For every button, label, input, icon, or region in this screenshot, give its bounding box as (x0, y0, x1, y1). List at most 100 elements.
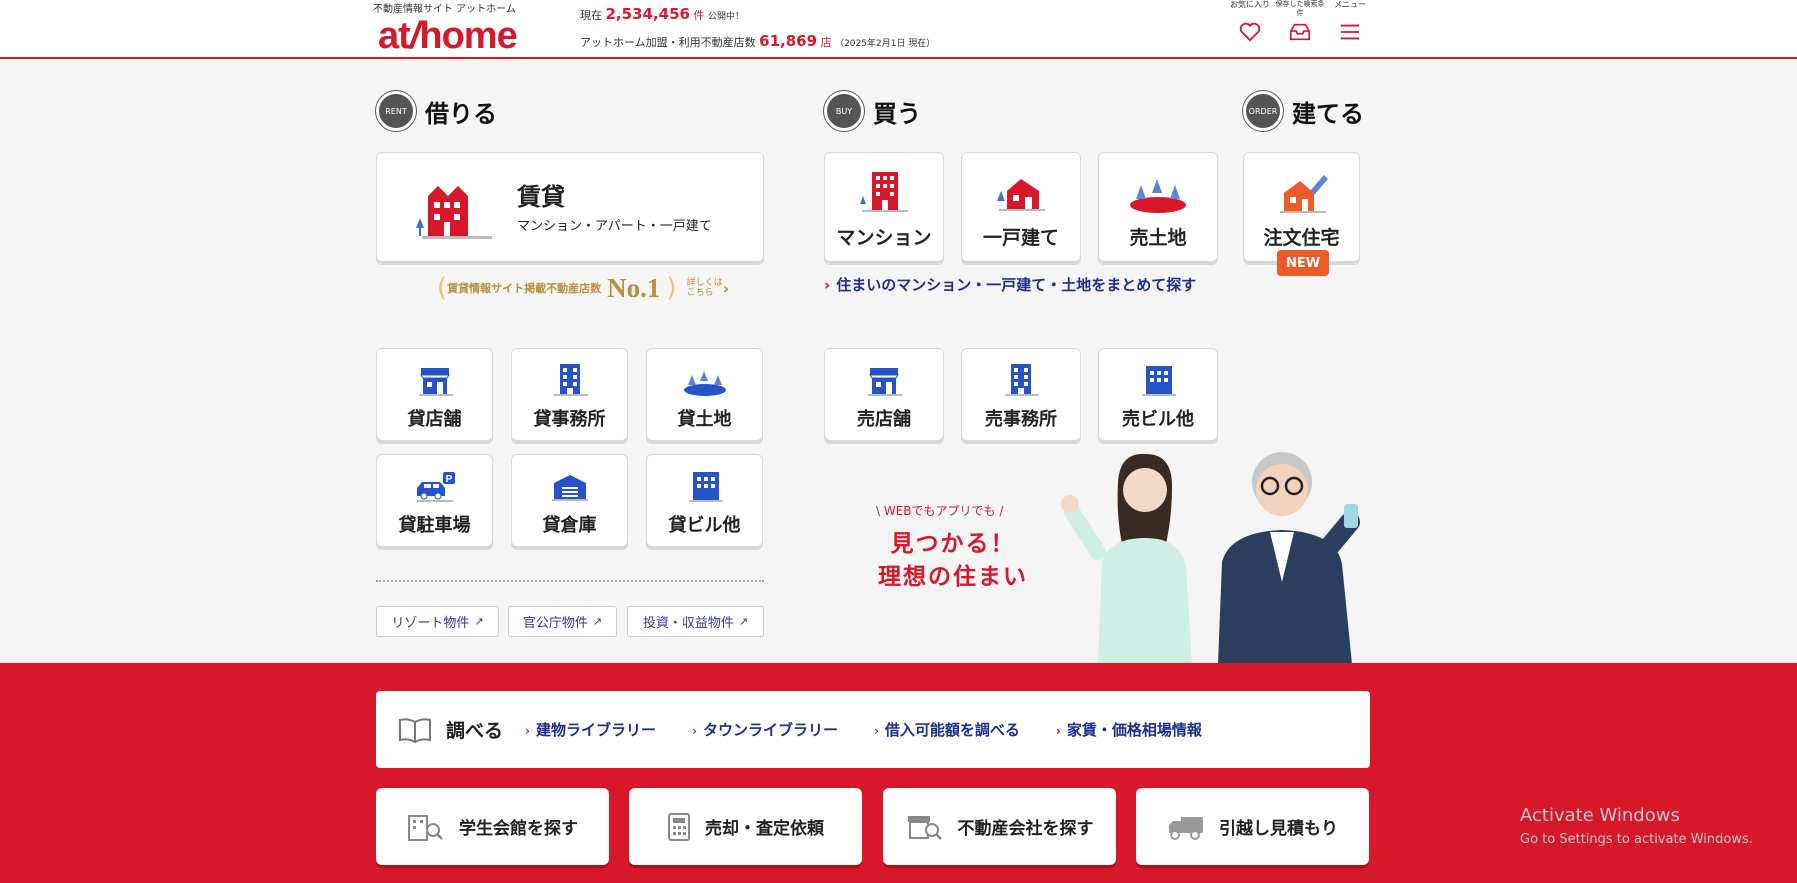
rent-warehouse-card[interactable]: 貸倉庫 (511, 454, 628, 547)
external-link-icon: ↗ (474, 615, 484, 628)
laurel-right-icon: ) (666, 273, 677, 303)
athome-logo[interactable]: at/home (378, 15, 518, 58)
moving-estimate-button[interactable]: 引越し見積もり (1136, 788, 1369, 865)
research-bar: 調べる › 建物ライブラリー › タウンライブラリー › 借入可能額を調べる › 家賃・… (376, 691, 1370, 768)
rent-building-card[interactable]: 貸ビル他 (646, 454, 763, 547)
activate-line2: Go to Settings to activate Windows. (1520, 832, 1753, 847)
buy-store-card[interactable]: 売店舗 (824, 348, 944, 441)
svg-text:P: P (445, 474, 452, 485)
favorites-button[interactable]: お気に入り (1225, 0, 1275, 46)
store-icon (868, 368, 902, 396)
promo-line2: 理想の住まい (878, 564, 1028, 590)
buy-building-card[interactable]: 売ビル他 (1098, 348, 1218, 441)
government-link[interactable]: 官公庁物件 ↗ (508, 606, 617, 637)
building-search-icon (408, 814, 443, 841)
buy-office-card[interactable]: 売事務所 (961, 348, 1081, 441)
research-title: 調べる (446, 720, 504, 742)
book-icon (399, 717, 431, 743)
buy-all-link-label: 住まいのマンション・一戸建て・土地をまとめて探す (836, 276, 1197, 294)
student-dorm-button[interactable]: 学生会館を探す (376, 788, 609, 865)
stats-suffix: 公開中！ (707, 12, 744, 22)
stats-prefix: 現在 (580, 9, 602, 22)
price-info-link[interactable]: › 家賃・価格相場情報 (1056, 719, 1202, 740)
buy-heading: BUY 買う (824, 91, 921, 131)
inbox-icon (1290, 23, 1310, 41)
favorites-label: お気に入り (1230, 0, 1270, 9)
buy-house-card[interactable]: 一戸建て (961, 152, 1081, 262)
sell-appraisal-button[interactable]: 売却・査定依頼 (629, 788, 862, 865)
find-agency-button[interactable]: 不動産会社を探す (883, 788, 1116, 865)
rent-store-card[interactable]: 貸店舗 (376, 348, 493, 441)
rent-title: 借りる (425, 99, 497, 128)
chevron-right-icon: › (824, 276, 831, 294)
town-library-link[interactable]: › タウンライブラリー (692, 719, 838, 740)
find-agency-label: 不動産会社を探す (957, 819, 1094, 839)
rent-parking-label: 貸駐車場 (398, 515, 471, 536)
build-badge: ORDER (1243, 91, 1283, 131)
land-icon (683, 371, 726, 396)
external-link-icon: ↗ (592, 615, 603, 628)
price-info-label: 家賃・価格相場情報 (1066, 721, 1202, 739)
listing-stats: 現在 2,534,456 件 公開中！ アットホーム加盟・利用不動産店数 61,… (580, 2, 935, 56)
chevron-right-icon: › (722, 278, 730, 298)
rental-subtitle: マンション・アパート・一戸建て (517, 219, 712, 234)
rent-land-card[interactable]: 貸土地 (646, 348, 763, 441)
rent-warehouse-label: 貸倉庫 (542, 515, 597, 536)
sell-appraisal-label: 売却・査定依頼 (705, 819, 824, 839)
building-library-label: 建物ライブラリー (535, 721, 656, 739)
warehouse-icon (551, 475, 588, 501)
investment-link[interactable]: 投資・収益物件 ↗ (627, 606, 764, 637)
rent-building-label: 貸ビル他 (668, 515, 741, 536)
no1-badge-link[interactable]: ( 賃貸情報サイト掲載不動産店数 No.1 ) 詳しくはこちら › (437, 271, 729, 305)
rent-land-label: 貸土地 (677, 409, 732, 430)
buy-badge: BUY (824, 91, 864, 131)
no1-more: 詳しくはこちら (686, 278, 723, 298)
moving-estimate-label: 引越し見積もり (1219, 819, 1338, 839)
site-header: 不動産情報サイト アットホーム at/home 現在 2,534,456 件 公… (0, 0, 1797, 59)
build-heading: ORDER 建てる (1243, 91, 1364, 131)
shop-count: 61,869 (759, 32, 818, 50)
activate-line1: Activate Windows (1520, 805, 1680, 826)
buy-store-label: 売店舗 (857, 409, 911, 430)
promo-headline: 見つかる！ 理想の住まい (872, 528, 1034, 594)
loan-calc-link[interactable]: › 借入可能額を調べる (874, 719, 1020, 740)
menu-button[interactable]: メニュー (1325, 0, 1375, 46)
brand-tagline: 不動産情報サイト アットホーム (373, 4, 516, 15)
laurel-left-icon: ( (437, 273, 448, 303)
build-title: 建てる (1292, 99, 1364, 128)
town-library-label: タウンライブラリー (702, 721, 838, 739)
divider (376, 580, 764, 582)
buy-land-card[interactable]: 売土地 (1098, 152, 1218, 262)
rental-card[interactable]: 賃貸 マンション・アパート・一戸建て (376, 152, 764, 262)
custom-house-card[interactable]: 注文住宅 (1243, 152, 1360, 262)
rent-store-label: 貸店舗 (407, 409, 462, 430)
buy-all-link[interactable]: › 住まいのマンション・一戸建て・土地をまとめて探す (824, 274, 1196, 295)
chevron-right-icon: › (1055, 724, 1061, 738)
rent-office-card[interactable]: 貸事務所 (511, 348, 628, 441)
buy-mansion-label: マンション (836, 227, 932, 249)
heart-icon (1239, 22, 1261, 42)
rent-parking-card[interactable]: P 貸駐車場 (376, 454, 493, 547)
rent-heading: RENT 借りる (376, 91, 497, 131)
government-link-label: 官公庁物件 (522, 616, 588, 631)
building-icon (1142, 366, 1176, 396)
land-icon (1130, 179, 1186, 213)
investment-link-label: 投資・収益物件 (642, 616, 734, 631)
office-building-icon (1005, 364, 1039, 396)
new-badge: NEW (1277, 250, 1329, 276)
truck-icon (1169, 816, 1203, 840)
loan-calc-label: 借入可能額を調べる (884, 721, 1020, 739)
no1-mark: No.1 (607, 272, 661, 303)
apartment-building-icon (416, 186, 492, 239)
buy-mansion-card[interactable]: マンション (824, 152, 944, 262)
promo-tagline: \ WEBでもアプリでも / (876, 504, 1004, 518)
spokespeople-image (1061, 452, 1360, 664)
menu-icon (1340, 24, 1360, 40)
rental-title: 賃貸 (517, 183, 565, 211)
saved-search-button[interactable]: 保存した検索条件 (1275, 0, 1325, 46)
office-building-icon (553, 364, 588, 396)
building-library-link[interactable]: › 建物ライブラリー (525, 719, 656, 740)
resort-link[interactable]: リゾート物件 ↗ (376, 606, 499, 637)
store-icon (418, 368, 453, 396)
listing-count: 2,534,456 (605, 5, 690, 23)
